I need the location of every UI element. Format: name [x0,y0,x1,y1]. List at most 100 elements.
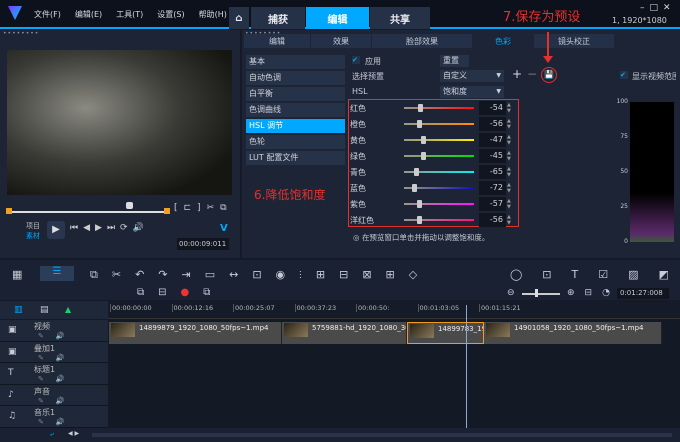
hsl-value-input[interactable]: -56 [479,213,506,227]
sidebar-item[interactable]: 白平衡 [246,87,345,101]
chapter-icon[interactable]: ▤ [40,305,49,315]
spinner-icon[interactable]: ▲ ▼ [507,166,511,178]
timeline-scrollbar[interactable]: ⤶ ◀ ▶ [0,428,680,442]
menu-tools[interactable]: 工具(T) [116,10,143,19]
hsl-value-input[interactable]: -72 [479,181,506,195]
hsl-value-input[interactable]: -57 [479,197,506,211]
hsl-slider-track[interactable] [404,155,474,157]
hsl-slider-handle[interactable] [420,136,426,144]
tab-edit-options[interactable]: 编辑 [244,34,310,48]
zoom-slider-handle[interactable] [535,289,538,297]
track-header[interactable]: ▣ 叠加1 ✎🔊 [0,341,108,364]
zoom-slider[interactable] [522,293,560,295]
play-button[interactable]: ▶ [47,221,65,239]
scroll-thumb[interactable] [92,433,672,437]
track-header[interactable]: T 标题1 ✎🔊 [0,363,108,385]
zoom-out-icon[interactable]: ⊖ [507,288,515,298]
hsl-slider-handle[interactable] [417,120,423,128]
spinner-icon[interactable]: ▲ ▼ [507,182,511,194]
sidebar-item[interactable]: 色调曲线 [246,103,345,117]
timeline-ruler[interactable]: 00:00:00:00 00:00:12:16 00:00:25:07 00:00:3… [108,301,680,319]
tab-capture[interactable]: 捕获 [251,7,305,29]
sidebar-item[interactable]: 色轮 [246,135,345,149]
preset-dropdown[interactable]: 自定义 ▼ [440,70,504,82]
tab-effects[interactable]: 效果 [311,34,371,48]
tab-share[interactable]: 共享 [370,7,430,29]
add-preset-button[interactable]: + [512,67,522,81]
storyboard-view-button[interactable]: ▦ [12,268,22,281]
reset-button[interactable]: 重置 [440,55,469,67]
tab-lens-correction[interactable]: 镜头校正 [534,34,614,48]
tab-face-effects[interactable]: 脸部效果 [372,34,472,48]
target-icon[interactable]: ◎ [353,233,360,242]
hsl-slider-handle[interactable] [418,104,424,112]
hsl-value-input[interactable]: -56 [479,117,506,131]
spinner-icon[interactable]: ▲ ▼ [507,198,511,210]
video-clip[interactable]: 14899879_1920_1080_50fps~1.mp4 [109,322,282,344]
hsl-mode-dropdown[interactable]: 饱和度 ▼ [440,86,504,98]
hsl-slider-handle[interactable] [414,168,420,176]
track-controls[interactable]: ✎🔊 [38,375,77,383]
edit-tools[interactable]: ⧉✂↶↷⇥▭↔⊡◉⫶⊞⊟⊠⊞◇ [90,268,431,282]
timecode-display[interactable]: 00:00:09:011 [177,238,229,250]
menu-edit[interactable]: 编辑(E) [75,10,102,19]
hsl-slider-track[interactable] [404,203,474,205]
marker-icon[interactable]: ▲ [65,305,71,314]
tab-color[interactable]: 色彩 [473,34,533,48]
track-controls[interactable]: ✎🔊 [38,332,77,340]
zoom-in-icon[interactable]: ⊕⊟◔ [567,288,620,298]
video-clip[interactable]: 5759881-hd_1920_1080_30fps~1.mp4 [282,322,407,344]
remove-preset-button[interactable]: − [527,67,537,81]
hsl-slider-track[interactable] [404,219,474,221]
video-clip[interactable]: 14899783_1920_1080 [407,322,484,344]
fit-icon[interactable]: ⤶ [50,430,54,439]
track-controls[interactable]: ✎🔊 [38,418,77,426]
track-header[interactable]: ♪ 声音 ✎🔊 [0,384,108,407]
video-clip[interactable]: 14901058_1920_1080_50fps~1.mp4 [484,322,662,344]
record-tools[interactable]: ⧉⊟●⧉ [137,287,224,298]
hsl-value-input[interactable]: -45 [479,149,506,163]
menu-help[interactable]: 帮助(H) [199,10,227,19]
spinner-icon[interactable]: ▲ ▼ [507,118,511,130]
playback-controls[interactable]: ⏮◀▶⏭⟳🔊 [70,223,149,233]
hsl-slider-track[interactable] [404,123,474,125]
hsl-slider-handle[interactable] [411,184,417,192]
timeline-view-button[interactable]: ☰ [40,266,74,281]
clip-mode[interactable]: 素材 [26,231,40,241]
save-preset-button[interactable]: 💾 [541,67,557,83]
window-controls[interactable]: –□✕ [640,3,676,13]
spinner-icon[interactable]: ▲ ▼ [507,214,511,226]
menu-file[interactable]: 文件(F) [34,10,61,19]
menu-settings[interactable]: 设置(S) [157,10,184,19]
apply-checkbox[interactable]: ✔ [352,56,360,64]
tab-edit[interactable]: 编辑 [306,7,369,29]
effect-tools[interactable]: ◯⊡T☑▨◩ [510,268,680,281]
sidebar-item[interactable]: LUT 配置文件 [246,151,345,165]
trim-start-handle[interactable] [6,208,12,214]
sidebar-item[interactable]: 基本 [246,55,345,69]
hsl-value-input[interactable]: -47 [479,133,506,147]
hsl-value-input[interactable]: -65 [479,165,506,179]
sidebar-item[interactable]: 自动色调 [246,71,345,85]
preview-video[interactable] [7,50,232,195]
scrubber-track[interactable] [8,211,168,213]
hsl-slider-handle[interactable] [417,216,423,224]
track-header[interactable]: ▣ 视频 ✎🔊 [0,320,108,342]
hsl-value-input[interactable]: -54 [479,101,506,115]
v-icon[interactable]: V [220,223,228,234]
hsl-slider-handle[interactable] [421,152,427,160]
scroll-arrows[interactable]: ◀ ▶ [68,430,79,437]
sidebar-item[interactable]: HSL 调节 [246,119,345,133]
track-controls[interactable]: ✎🔊 [38,397,77,405]
track-manager-icon[interactable]: ▥ [14,305,23,315]
hsl-slider-track[interactable] [404,139,474,141]
trim-tools[interactable]: [⊏]✂⧉ [174,203,233,213]
hsl-slider-handle[interactable] [417,200,423,208]
show-scope-checkbox[interactable]: ✔ [620,71,628,79]
track-header[interactable]: ♫ 音乐1 ✎🔊 [0,406,108,428]
spinner-icon[interactable]: ▲ ▼ [507,134,511,146]
home-button[interactable]: ⌂ [229,7,249,29]
trim-end-handle[interactable] [164,208,170,214]
spinner-icon[interactable]: ▲ ▼ [507,102,511,114]
spinner-icon[interactable]: ▲ ▼ [507,150,511,162]
